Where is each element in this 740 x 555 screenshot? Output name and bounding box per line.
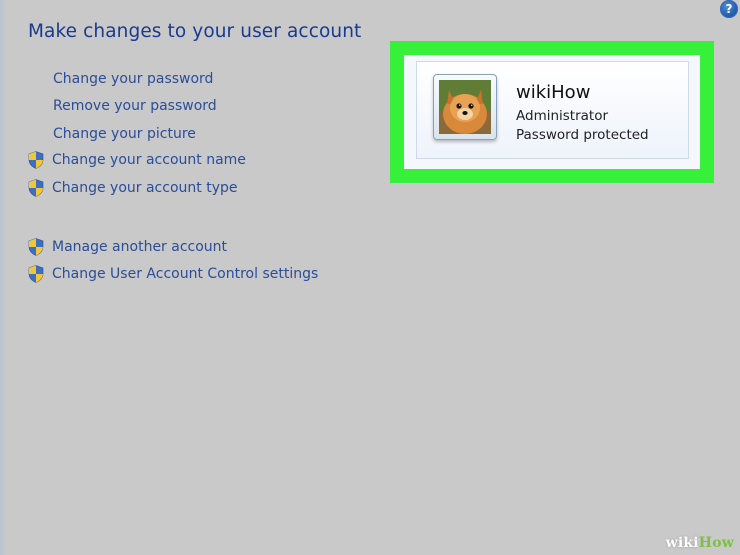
change-account-name-row[interactable]: Change your account name [28,151,246,169]
account-name: wikiHow [516,82,591,103]
change-account-type-row[interactable]: Change your account type [28,179,237,197]
manage-another-account-link[interactable]: Manage another account [52,239,227,255]
avatar [439,80,491,134]
avatar-frame [433,74,497,140]
account-tile: wikiHow Administrator Password protected [416,61,689,159]
window-left-edge [0,0,10,555]
change-password-link[interactable]: Change your password [53,71,213,87]
change-account-name-link[interactable]: Change your account name [52,152,246,168]
manage-another-account-row[interactable]: Manage another account [28,238,227,256]
uac-settings-link[interactable]: Change User Account Control settings [52,266,318,282]
account-card: wikiHow Administrator Password protected [404,55,700,169]
help-icon[interactable]: ? [720,0,738,18]
uac-shield-icon [28,179,44,197]
wikihow-watermark: wikiHow [665,535,734,551]
change-picture-link[interactable]: Change your picture [53,126,196,142]
uac-shield-icon [28,151,44,169]
account-highlight: wikiHow Administrator Password protected [390,41,714,183]
change-account-type-link[interactable]: Change your account type [52,180,237,196]
dog-avatar-icon [439,80,491,134]
uac-shield-icon [28,265,44,283]
page-title: Make changes to your user account [28,21,362,42]
account-status: Password protected [516,127,649,143]
remove-password-link[interactable]: Remove your password [53,98,217,114]
uac-shield-icon [28,238,44,256]
uac-settings-row[interactable]: Change User Account Control settings [28,265,318,283]
account-role: Administrator [516,108,609,124]
